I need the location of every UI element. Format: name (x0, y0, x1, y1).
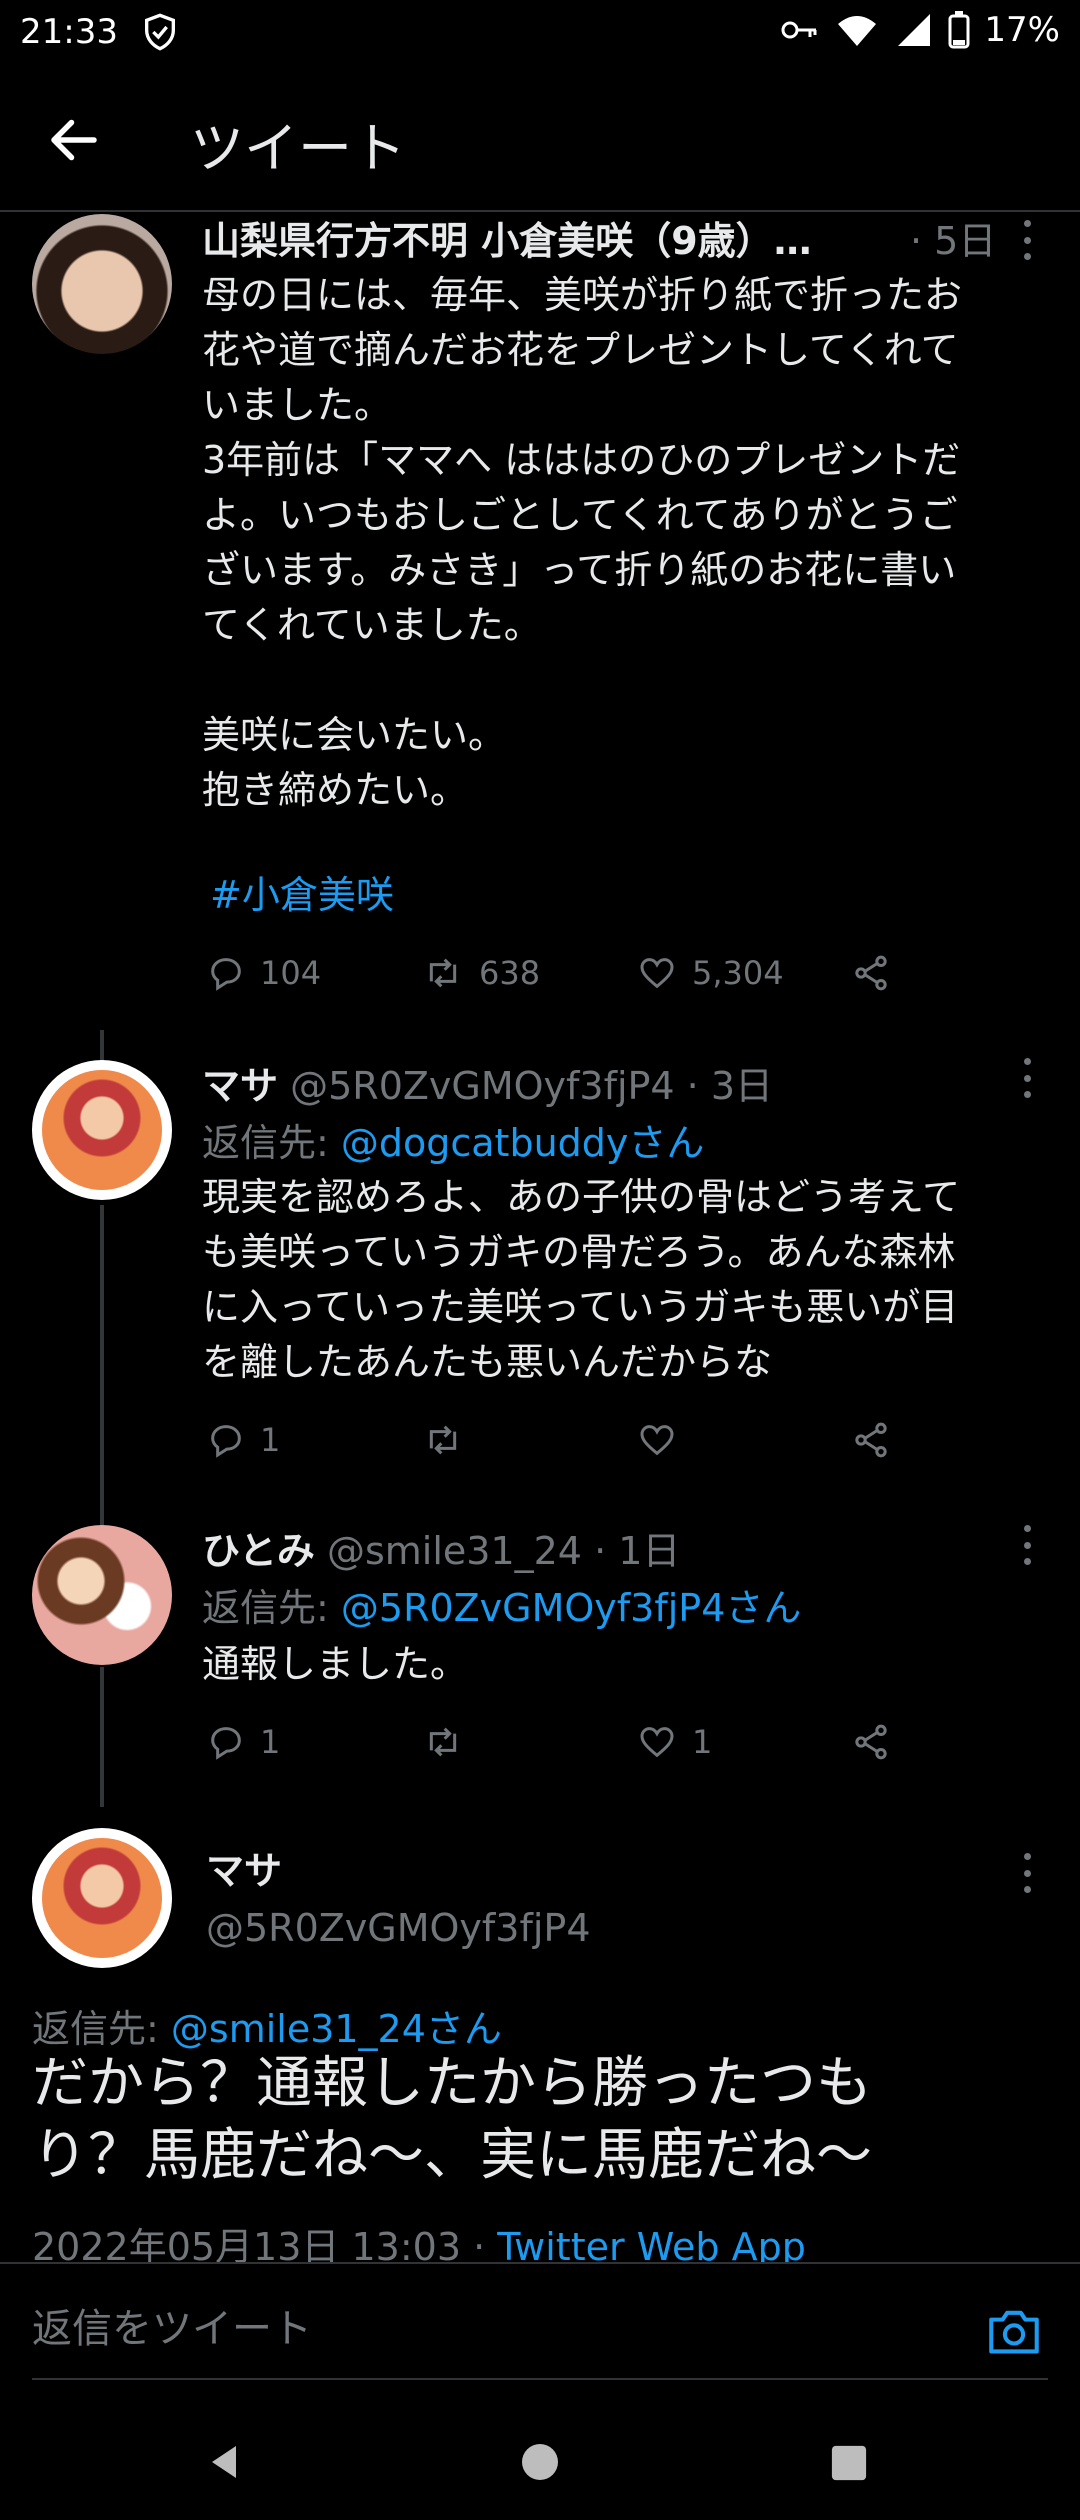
tweet-actions: 104 638 5,304 (206, 943, 906, 1003)
tweet-header: ひとみ @smile31_24 · 1日 (202, 1520, 680, 1575)
reply-button[interactable]: 104 (206, 953, 421, 993)
main-tweet-text: だから？通報したから勝ったつも り？馬鹿だね〜、実に馬鹿だね〜 (32, 2051, 872, 2188)
reply-icon (211, 1425, 241, 1458)
avatar[interactable] (32, 1525, 172, 1665)
shield-icon (145, 13, 175, 51)
battery-percent: 17% (984, 10, 1060, 50)
wifi-icon (838, 16, 877, 46)
reply-context: 返信先: @dogcatbuddyさん (202, 1112, 704, 1167)
reply-count: 1 (260, 1421, 281, 1459)
retweet-icon (429, 958, 457, 988)
tweet-text: 母の日には、毎年、美咲が折り紙で折ったお 花や道で摘んだお花をプレゼントしてくれ… (202, 273, 963, 812)
avatar[interactable] (32, 214, 172, 354)
heart-icon (640, 1425, 674, 1456)
reply-prefix: 返信先: (32, 2007, 171, 2051)
like-count: 5,304 (692, 954, 784, 992)
share-icon[interactable] (851, 1420, 891, 1460)
more-options-icon[interactable] (1012, 1058, 1042, 1098)
retweet-button[interactable] (421, 1420, 636, 1460)
thread-line (100, 1667, 104, 1807)
thread-line (100, 1205, 104, 1525)
reply-to-link[interactable]: @dogcatbuddyさん (341, 1121, 705, 1165)
reply-context: 返信先: @smile31_24さん (32, 1998, 502, 2053)
tweet-handle: @5R0ZvGMOyf3fjP4 · 3日 (290, 1064, 774, 1108)
reply-prefix: 返信先: (202, 1121, 341, 1165)
reply-bar: 返信をツイート (0, 2262, 1080, 2382)
retweet-button[interactable]: 638 (421, 953, 636, 993)
divider (32, 2378, 1048, 2380)
more-options-icon[interactable] (1012, 220, 1042, 260)
avatar[interactable] (32, 1060, 172, 1200)
like-button[interactable]: 5,304 (636, 953, 851, 993)
key-icon (781, 21, 817, 39)
back-arrow-icon[interactable] (44, 110, 104, 170)
share-icon[interactable] (851, 1722, 891, 1762)
tweet-text: 通報しました。 (202, 1642, 469, 1686)
more-options-icon[interactable] (1012, 1525, 1042, 1565)
tweet-author-name[interactable]: 山梨県行方不明 小倉美咲（9歳）… (202, 210, 812, 265)
header: ツイート (0, 70, 1080, 212)
status-right: 17% (780, 10, 1060, 50)
tweet-actions: 1 (206, 1410, 906, 1470)
reply-icon (211, 958, 241, 991)
camera-icon[interactable] (986, 2306, 1042, 2356)
nav-bar (0, 2400, 1080, 2520)
tweet-actions: 1 1 (206, 1712, 906, 1772)
main-tweet-author-name[interactable]: マサ (206, 1840, 282, 1895)
tweet-text: 現実を認めろよ、あの子供の骨はどう考えて も美咲っていうガキの骨だろう。あんな森… (202, 1175, 961, 1384)
share-icon[interactable] (851, 953, 891, 993)
tweet-handle: @smile31_24 · 1日 (326, 1529, 681, 1573)
nav-back-icon[interactable] (204, 2442, 244, 2482)
heart-icon (640, 1727, 674, 1758)
tweet-time: · 5日 (910, 219, 997, 263)
retweet-button[interactable] (421, 1722, 636, 1762)
avatar[interactable] (32, 1828, 172, 1968)
status-bar: 21:33 17% (0, 0, 1080, 70)
retweet-icon (429, 1425, 457, 1455)
more-options-icon[interactable] (1012, 1853, 1042, 1893)
reply-button[interactable]: 1 (206, 1420, 421, 1460)
reply-count: 1 (260, 1723, 281, 1761)
heart-icon (640, 958, 674, 989)
page-title: ツイート (190, 117, 406, 180)
retweet-icon (429, 1727, 457, 1757)
reply-context: 返信先: @5R0ZvGMOyf3fjP4さん (202, 1577, 801, 1632)
like-button[interactable]: 1 (636, 1722, 851, 1762)
hashtag-link[interactable]: #小倉美咲 (210, 868, 394, 923)
reply-icon (211, 1727, 241, 1760)
reply-input[interactable]: 返信をツイート (32, 2296, 312, 2354)
battery-icon (948, 11, 970, 49)
reply-to-link[interactable]: @smile31_24さん (171, 2007, 502, 2051)
reply-button[interactable]: 1 (206, 1722, 421, 1762)
reply-count: 104 (260, 954, 322, 992)
main-tweet-handle[interactable]: @5R0ZvGMOyf3fjP4 (206, 1906, 591, 1950)
nav-recents-icon[interactable] (830, 2444, 868, 2482)
status-time: 21:33 (20, 12, 118, 52)
nav-home-icon[interactable] (520, 2442, 560, 2482)
retweet-count: 638 (479, 954, 541, 992)
like-button[interactable] (636, 1420, 851, 1460)
reply-prefix: 返信先: (202, 1586, 341, 1630)
reply-to-link[interactable]: @5R0ZvGMOyf3fjP4さん (341, 1586, 802, 1630)
like-count: 1 (692, 1723, 713, 1761)
tweet-author-name[interactable]: ひとみ (202, 1529, 315, 1573)
tweet-author-name[interactable]: マサ (202, 1064, 278, 1108)
signal-icon (898, 14, 931, 46)
tweet-header: マサ @5R0ZvGMOyf3fjP4 · 3日 (202, 1055, 773, 1110)
